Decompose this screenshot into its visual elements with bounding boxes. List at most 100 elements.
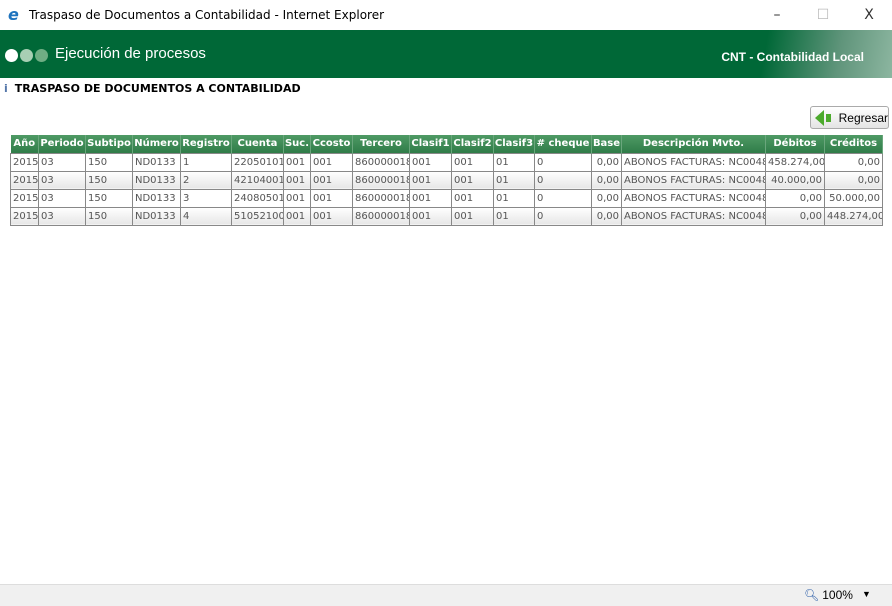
back-button-label: Regresar: [838, 110, 888, 125]
table-cell: 448.274,00: [824, 206, 883, 226]
close-button[interactable]: X: [846, 0, 892, 30]
column-header: Tercero: [352, 135, 410, 153]
table-cell: 860000018: [352, 206, 410, 226]
column-header: Subtipo: [85, 135, 133, 153]
table-cell: 24080501: [231, 188, 284, 208]
arrow-left-icon: [815, 109, 824, 126]
status-bar: 🔍︎ 100% ▼: [0, 584, 892, 606]
table-cell: 860000018: [352, 170, 410, 190]
table-cell: 001: [283, 152, 311, 172]
table-cell: 001: [409, 188, 452, 208]
table-cell: 03: [38, 152, 86, 172]
table-cell: 2015: [10, 170, 39, 190]
table-cell: 0,00: [824, 170, 883, 190]
table-cell: 2015: [10, 188, 39, 208]
table-cell: 03: [38, 170, 86, 190]
column-header: Número: [132, 135, 181, 153]
table-cell: 458.274,00: [765, 152, 825, 172]
column-header: Suc.: [283, 135, 311, 153]
table-cell: 001: [310, 188, 353, 208]
zoom-dropdown-icon[interactable]: ▼: [862, 589, 871, 599]
app-name: CNT - Contabilidad Local: [721, 50, 864, 64]
column-header: Clasif2: [451, 135, 494, 153]
table-cell: ND0133: [132, 152, 181, 172]
table-cell: 150: [85, 170, 133, 190]
table-row: 2015 03 150 ND0133 2 42104001 001 001 860000018 0…: [10, 170, 883, 190]
table-cell: 42104001: [231, 170, 284, 190]
maximize-button[interactable]: ☐: [800, 0, 846, 30]
table-cell: 001: [409, 152, 452, 172]
back-button[interactable]: Regresar: [810, 106, 889, 129]
table-cell: 001: [310, 206, 353, 226]
column-header: Periodo: [38, 135, 86, 153]
table-cell: ND0133: [132, 188, 181, 208]
table-cell: 001: [451, 188, 494, 208]
column-header: # cheque: [534, 135, 592, 153]
column-header: Clasif3: [493, 135, 535, 153]
table-cell: 001: [451, 206, 494, 226]
internet-explorer-icon: e: [8, 5, 19, 24]
table-cell: 001: [283, 170, 311, 190]
table-cell: 001: [310, 152, 353, 172]
table-cell: 0,00: [765, 188, 825, 208]
table-cell: 3: [180, 188, 232, 208]
table-cell: 2015: [10, 206, 39, 226]
table-cell: 001: [451, 170, 494, 190]
table-cell: 150: [85, 152, 133, 172]
banner-title: Ejecución de procesos: [55, 45, 206, 62]
table-cell: 0,00: [591, 170, 622, 190]
documents-table: Año Periodo Subtipo Número Registro Cuenta Suc…: [10, 135, 883, 226]
table-cell: 50.000,00: [824, 188, 883, 208]
table-cell: 4: [180, 206, 232, 226]
table-cell: ND0133: [132, 206, 181, 226]
header-banner: Ejecución de procesos CNT - Contabilidad…: [0, 30, 892, 78]
table-cell: 0: [534, 206, 592, 226]
table-cell: 0,00: [824, 152, 883, 172]
table-cell: 1: [180, 152, 232, 172]
table-cell: 2015: [10, 152, 39, 172]
zoom-level: 100%: [822, 588, 853, 602]
column-header: Créditos: [824, 135, 883, 153]
zoom-icon: 🔍︎: [804, 588, 820, 602]
column-header: Año: [10, 135, 39, 153]
section-title: TRASPASO DE DOCUMENTOS A CONTABILIDAD: [14, 82, 301, 95]
table-cell: 51052100: [231, 206, 284, 226]
table-cell: 01: [493, 188, 535, 208]
section-heading: ⅰ TRASPASO DE DOCUMENTOS A CONTABILIDAD: [4, 82, 301, 95]
column-header: Ccosto: [310, 135, 353, 153]
window-title: Traspaso de Documentos a Contabilidad - …: [29, 8, 385, 22]
table-cell: 0: [534, 188, 592, 208]
table-cell: 0,00: [591, 188, 622, 208]
info-icon: ⅰ: [4, 82, 8, 95]
table-cell: ABONOS FACTURAS: NC0048: [621, 152, 766, 172]
column-header: Cuenta: [231, 135, 284, 153]
table-cell: 0,00: [591, 206, 622, 226]
table-cell: 150: [85, 188, 133, 208]
table-row: 2015 03 150 ND0133 1 22050101 001 001 860000018 0…: [10, 152, 883, 172]
table-cell: 03: [38, 206, 86, 226]
column-header: Descripción Mvto.: [621, 135, 766, 153]
zoom-control[interactable]: 🔍︎ 100%: [804, 588, 853, 602]
table-cell: 860000018: [352, 188, 410, 208]
table-cell: 2: [180, 170, 232, 190]
table-cell: ND0133: [132, 170, 181, 190]
table-cell: ABONOS FACTURAS: NC0048: [621, 170, 766, 190]
minimize-button[interactable]: –: [754, 0, 800, 30]
column-header: Clasif1: [409, 135, 452, 153]
table-cell: ABONOS FACTURAS: NC0048: [621, 188, 766, 208]
table-row: 2015 03 150 ND0133 3 24080501 001 001 860000018 0…: [10, 188, 883, 208]
column-header: Base: [591, 135, 622, 153]
table-cell: 001: [310, 170, 353, 190]
table-cell: 01: [493, 152, 535, 172]
table-cell: 860000018: [352, 152, 410, 172]
table-cell: 150: [85, 206, 133, 226]
table-cell: 40.000,00: [765, 170, 825, 190]
column-header: Registro: [180, 135, 232, 153]
table-cell: 01: [493, 206, 535, 226]
table-cell: 0,00: [591, 152, 622, 172]
table-cell: 001: [283, 188, 311, 208]
table-cell: 0: [534, 152, 592, 172]
table-cell: 0,00: [765, 206, 825, 226]
dots-icon: [5, 49, 48, 62]
table-cell: 0: [534, 170, 592, 190]
